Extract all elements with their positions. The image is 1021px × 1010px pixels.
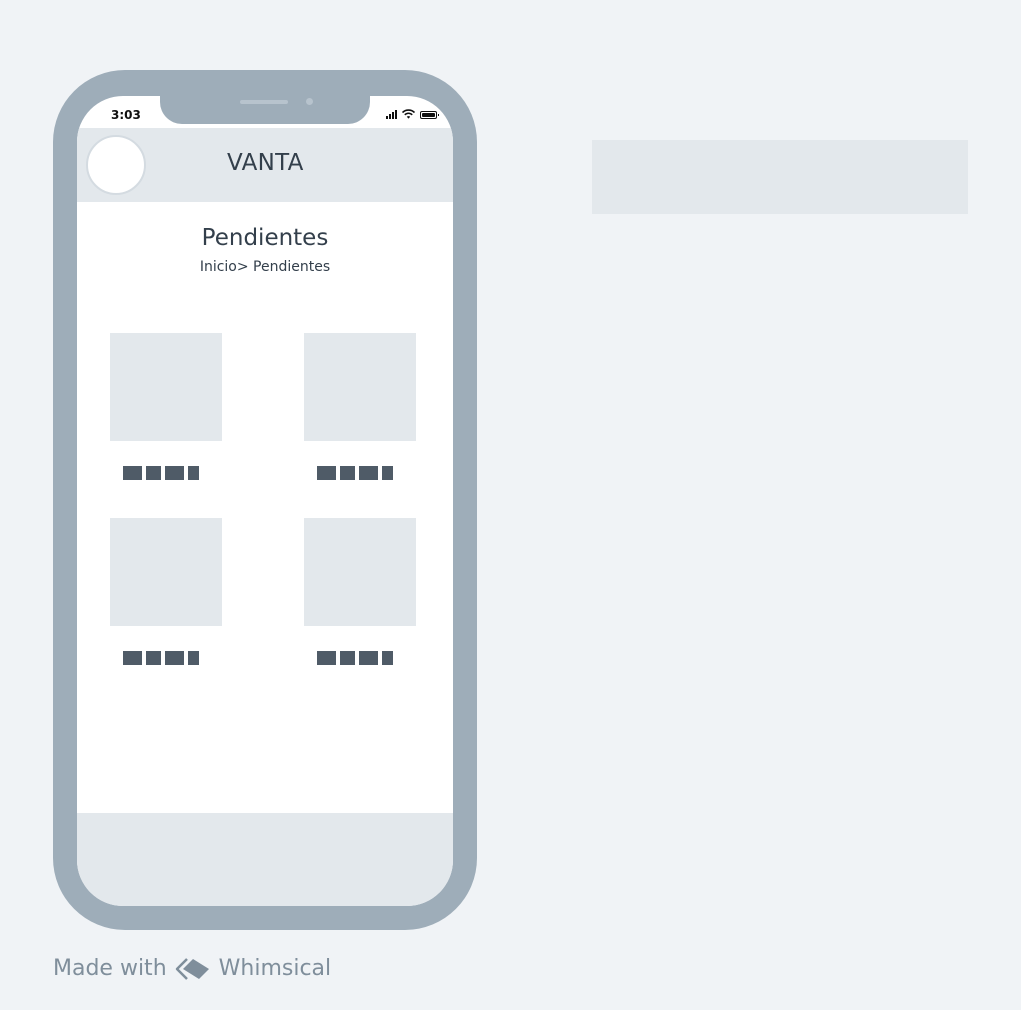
whimsical-logo-icon: [175, 957, 209, 980]
bottom-bar: [77, 813, 453, 906]
pending-card[interactable]: [304, 518, 416, 665]
status-time: 3:03: [111, 108, 141, 122]
card-label-placeholder: [123, 466, 222, 480]
pending-card[interactable]: [110, 333, 222, 480]
pending-card[interactable]: [110, 518, 222, 665]
camera: [306, 98, 313, 105]
app-header: VANTA: [77, 128, 453, 202]
watermark-prefix: Made with: [53, 956, 167, 981]
card-image-placeholder: [110, 333, 222, 441]
status-icons: [386, 108, 439, 119]
card-image-placeholder: [110, 518, 222, 626]
wifi-icon: [402, 109, 415, 119]
card-label-placeholder: [317, 651, 416, 665]
content-placeholder: [592, 140, 968, 214]
phone-screen: 3:03 VANTA Pendientes Inicio> Pendientes: [77, 96, 453, 906]
breadcrumb[interactable]: Inicio> Pendientes: [77, 259, 453, 275]
avatar[interactable]: [86, 135, 146, 195]
page-title: Pendientes: [201, 225, 329, 251]
watermark-brand: Whimsical: [218, 956, 332, 981]
signal-icon: [386, 109, 397, 119]
battery-icon: [420, 111, 439, 119]
phone-frame: 3:03 VANTA Pendientes Inicio> Pendientes: [53, 70, 477, 930]
card-image-placeholder: [304, 518, 416, 626]
card-label-placeholder: [317, 466, 416, 480]
whimsical-watermark[interactable]: Made with Whimsical: [53, 956, 331, 981]
phone-notch: [160, 96, 370, 124]
pending-card[interactable]: [304, 333, 416, 480]
brand-title: VANTA: [227, 150, 304, 176]
speaker: [240, 100, 288, 104]
card-label-placeholder: [123, 651, 222, 665]
card-image-placeholder: [304, 333, 416, 441]
